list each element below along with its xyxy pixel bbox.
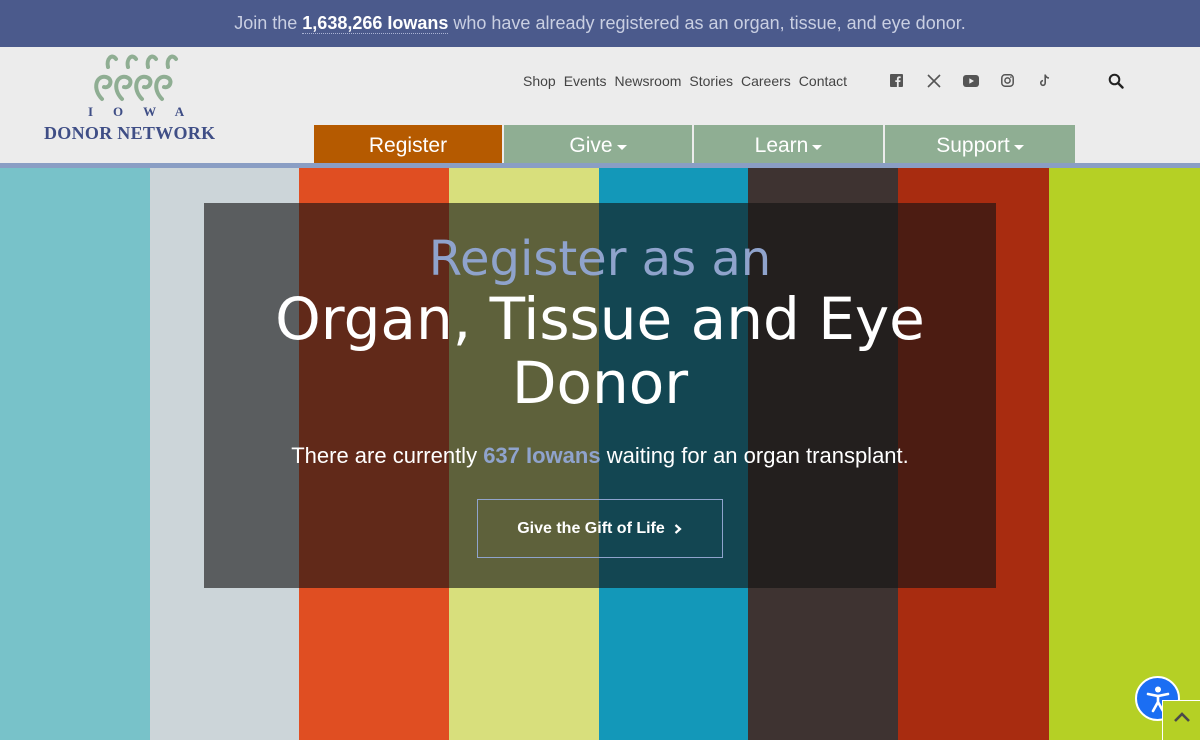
give-gift-of-life-button[interactable]: Give the Gift of Life — [477, 499, 723, 558]
back-to-top-button[interactable] — [1162, 700, 1200, 740]
hero-stripe — [0, 168, 150, 740]
nav-give-dropdown[interactable]: Give — [504, 125, 692, 167]
nav-support-label: Support — [936, 134, 1010, 157]
nav-shop-link[interactable]: Shop — [523, 73, 556, 89]
main-nav: Register Give Learn Support — [314, 125, 1075, 167]
tiktok-icon[interactable] — [1036, 72, 1053, 89]
hero-heading-pre: Register as an — [428, 231, 772, 287]
instagram-icon[interactable] — [999, 72, 1016, 89]
caret-down-icon — [616, 145, 627, 150]
nav-support-dropdown[interactable]: Support — [885, 125, 1075, 167]
cta-label: Give the Gift of Life — [517, 519, 665, 537]
nav-stories-link[interactable]: Stories — [689, 73, 733, 89]
x-twitter-icon[interactable] — [925, 72, 942, 89]
youtube-icon[interactable] — [962, 72, 979, 89]
registered-count-link[interactable]: 1,638,266 Iowans — [302, 13, 449, 34]
caret-down-icon — [812, 145, 823, 150]
site-logo[interactable]: IOWA DONOR NETWORK — [44, 47, 244, 147]
search-icon[interactable] — [1108, 73, 1126, 91]
announcement-prefix: Join the — [234, 13, 303, 33]
hero-stripe — [1049, 168, 1200, 740]
nav-newsroom-link[interactable]: Newsroom — [615, 73, 682, 89]
nav-learn-label: Learn — [754, 134, 809, 157]
chevron-up-icon — [1173, 712, 1190, 722]
hero-panel: Register as an Organ, Tissue and Eye Don… — [204, 203, 996, 588]
hero-sub-suffix: waiting for an organ transplant. — [600, 443, 909, 468]
hero-subtext: There are currently 637 Iowans waiting f… — [204, 443, 996, 469]
nav-register-label: Register — [368, 134, 448, 157]
logo-loops-icon — [94, 54, 178, 101]
facebook-icon[interactable] — [888, 72, 905, 89]
logo-network-text: DONOR NETWORK — [44, 123, 216, 143]
site-header: IOWA DONOR NETWORK Shop Events Newsroom … — [0, 47, 1200, 167]
utility-nav: Shop Events Newsroom Stories Careers Con… — [523, 73, 847, 89]
hero-sub-prefix: There are currently — [291, 443, 484, 468]
nav-learn-dropdown[interactable]: Learn — [694, 125, 883, 167]
nav-register-button[interactable]: Register — [314, 125, 502, 167]
logo-iowa-text: IOWA — [88, 104, 205, 119]
nav-careers-link[interactable]: Careers — [741, 73, 791, 89]
chevron-right-icon — [674, 523, 682, 534]
waiting-count-link[interactable]: 637 Iowans — [483, 443, 600, 468]
announcement-bar: Join the 1,638,266 Iowans who have alrea… — [0, 0, 1200, 47]
announcement-suffix: who have already registered as an organ,… — [448, 13, 966, 33]
nav-events-link[interactable]: Events — [564, 73, 607, 89]
nav-contact-link[interactable]: Contact — [799, 73, 847, 89]
caret-down-icon — [1013, 145, 1024, 150]
hero-heading-main: Organ, Tissue and Eye Donor — [275, 285, 925, 417]
social-links — [888, 72, 1053, 89]
nav-give-label: Give — [569, 134, 613, 157]
